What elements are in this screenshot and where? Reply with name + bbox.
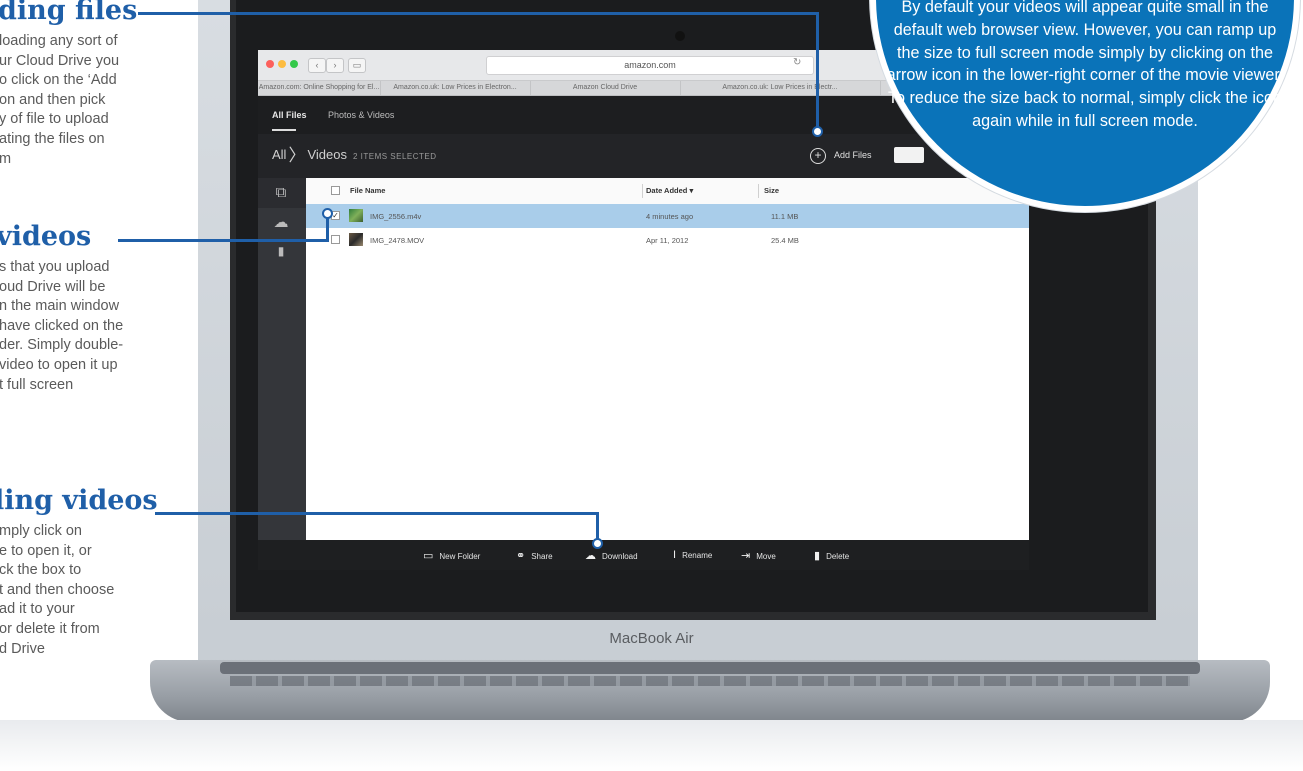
floor-shadow [0,720,1303,771]
table-row[interactable]: IMG_2478.MOV Apr 11, 2012 25.4 MB [306,228,1029,252]
browser-tab[interactable]: Amazon.co.uk: Low Prices in Electron... [380,81,531,95]
annotation-body: loading any sort of ur Cloud Drive you o… [0,33,120,167]
forward-icon[interactable]: › [326,58,344,73]
share-label: Share [531,552,553,561]
url-field[interactable]: amazon.com [486,56,814,75]
trash-icon[interactable]: ▮ [270,240,292,262]
browser-tab[interactable]: Amazon.co.uk: Low Prices in Electr... [680,81,881,95]
link-icon: ⚭ [516,550,526,562]
col-file-name[interactable]: File Name [350,186,385,195]
column-divider [758,184,759,198]
callout-dot [322,208,333,219]
cloud-download-icon: ☁ [585,550,596,562]
video-thumbnail [349,209,363,222]
row-checkbox[interactable] [331,235,340,244]
callout-line [118,239,328,242]
file-size: 11.1 MB [771,212,799,221]
sidebar: ⧉ ☁ ▮ [258,178,306,540]
new-folder-label: New Folder [439,552,481,561]
select-all-checkbox[interactable] [331,186,340,195]
sidebar-toggle-icon[interactable]: ▭ [348,58,366,73]
laptop-hinge [220,662,1200,674]
download-button[interactable]: ☁ Download [585,549,638,562]
minimize-window-button[interactable] [278,60,286,68]
action-toolbar: ▭ New Folder ⚭ Share ☁ Download I Rename ⇥ Mo… [258,540,1029,570]
annotation-body: s that you upload oud Drive will be n th… [0,259,124,393]
file-name[interactable]: IMG_2556.m4v [370,212,421,221]
tab-photos-videos[interactable]: Photos & Videos [328,110,394,120]
cloud-icon[interactable]: ☁ [270,212,292,234]
rename-label: Rename [682,551,713,560]
col-date-added[interactable]: Date Added ▾ [646,186,693,195]
file-size: 25.4 MB [771,236,799,245]
breadcrumb-root[interactable]: All [272,147,286,162]
download-label: Download [602,552,638,561]
rename-button[interactable]: I Rename [673,549,712,561]
move-label: Move [756,552,776,561]
file-date: 4 minutes ago [646,212,694,221]
table-row[interactable]: ✓ IMG_2556.m4v 4 minutes ago 11.1 MB [306,204,1029,228]
laptop-keys [230,676,1190,686]
files-icon[interactable]: ⧉ [270,182,292,204]
info-bubble-text: By default your videos will appear quite… [886,0,1284,130]
reload-icon[interactable]: ↻ [793,57,801,68]
selection-count: 2 ITEMS SELECTED [352,152,437,161]
browser-tab[interactable]: Amazon.com: Online Shopping for El... [258,81,381,95]
chevron-right-icon: 〉 [288,146,306,165]
add-circle-icon: + [810,147,826,164]
text-cursor-icon: I [673,549,677,561]
breadcrumb-row: All 〉 Videos 2 ITEMS SELECTED + Add Files [258,134,1029,178]
callout-dot [592,538,603,549]
annotation-body: mply click on e to open it, or ck the bo… [0,523,115,657]
camera [675,31,685,41]
annotation-viewing-videos: videos s that you upload oud Drive will … [0,222,240,395]
delete-button[interactable]: ▮ Delete [814,549,849,562]
upload-button[interactable] [894,147,924,163]
trash-icon: ▮ [814,550,821,562]
share-button[interactable]: ⚭ Share [516,549,553,562]
breadcrumb-current: Videos [307,147,347,162]
browser-tab[interactable]: Amazon Cloud Drive [530,81,681,95]
video-thumbnail [349,233,363,246]
new-folder-button[interactable]: ▭ New Folder [423,549,480,562]
file-list: File Name Date Added ▾ Size ✓ IMG_2556.m… [306,178,1029,540]
callout-line [138,12,818,15]
close-window-button[interactable] [266,60,274,68]
file-name[interactable]: IMG_2478.MOV [370,236,424,245]
table-header: File Name Date Added ▾ Size [306,178,1029,205]
callout-line [155,512,598,515]
callout-dot [812,126,823,137]
column-divider [642,184,643,198]
add-files-label: Add Files [834,150,872,160]
tab-selected-indicator [272,129,296,131]
move-icon: ⇥ [741,550,751,562]
back-icon[interactable]: ‹ [308,58,326,73]
folder-icon: ▭ [423,550,434,562]
col-size[interactable]: Size [764,186,779,195]
delete-label: Delete [826,552,850,561]
move-button[interactable]: ⇥ Move [741,549,776,562]
callout-line [816,12,819,130]
breadcrumb: All 〉 Videos 2 ITEMS SELECTED [272,146,437,165]
zoom-window-button[interactable] [290,60,298,68]
annotation-uploading-files: ding files loading any sort of ur Cloud … [0,0,240,169]
add-files-button[interactable]: + Add Files [810,145,872,165]
file-date: Apr 11, 2012 [646,236,689,245]
tab-all-files[interactable]: All Files [272,110,307,120]
annotation-heading: videos [0,221,92,252]
